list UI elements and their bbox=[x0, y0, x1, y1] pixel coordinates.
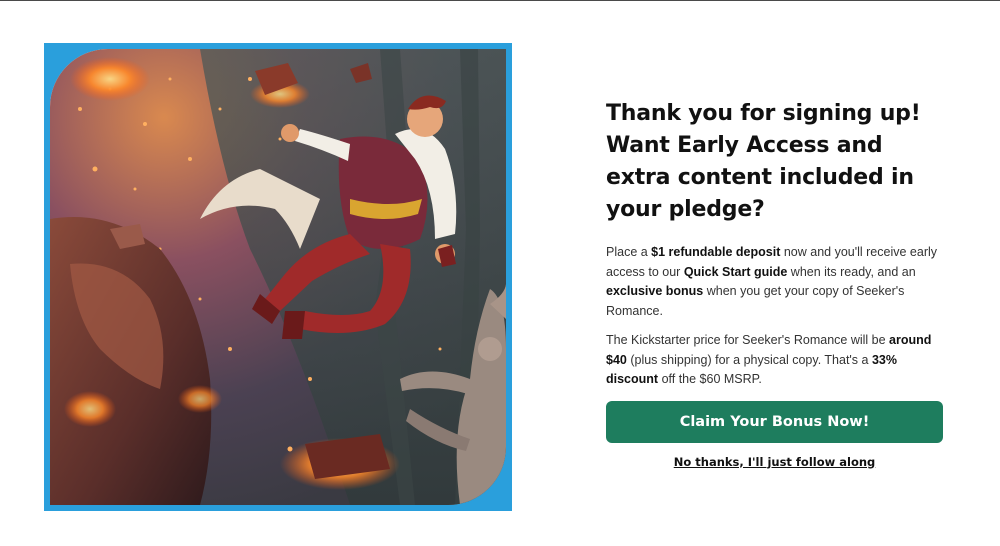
headline-line-4: your pledge? bbox=[606, 197, 765, 222]
deposit-highlight: $1 refundable deposit bbox=[651, 245, 781, 259]
price-text-2: (plus shipping) for a physical copy. Tha… bbox=[626, 352, 872, 367]
price-paragraph: The Kickstarter price for Seeker's Roman… bbox=[606, 331, 946, 390]
decline-link[interactable]: No thanks, I'll just follow along bbox=[606, 455, 943, 469]
top-divider bbox=[0, 0, 1000, 1]
headline-line-2: Want Early Access and bbox=[606, 133, 883, 158]
hero-illustration bbox=[50, 49, 506, 505]
quick-start-highlight: Quick Start guide bbox=[683, 264, 788, 279]
claim-bonus-button[interactable]: Claim Your Bonus Now! bbox=[606, 400, 943, 443]
signup-content: Thank you for signing up! Want Early Acc… bbox=[606, 98, 946, 469]
headline: Thank you for signing up! Want Early Acc… bbox=[606, 98, 946, 226]
headline-line-1: Thank you for signing up! bbox=[606, 101, 921, 126]
deposit-text-1: Place a bbox=[606, 245, 652, 259]
price-text-1: The Kickstarter price for Seeker's Roman… bbox=[606, 333, 890, 347]
hero-artwork bbox=[50, 49, 506, 505]
bonus-highlight: exclusive bonus bbox=[606, 284, 704, 298]
hero-artwork-frame bbox=[44, 43, 512, 511]
deposit-text-3: when its ready, and an bbox=[787, 264, 916, 279]
deposit-paragraph: Place a $1 refundable deposit now and yo… bbox=[606, 243, 946, 321]
signup-page: Thank you for signing up! Want Early Acc… bbox=[0, 0, 1000, 546]
price-text-3: off the $60 MSRP. bbox=[658, 372, 762, 386]
headline-line-3: extra content included in bbox=[606, 165, 914, 190]
